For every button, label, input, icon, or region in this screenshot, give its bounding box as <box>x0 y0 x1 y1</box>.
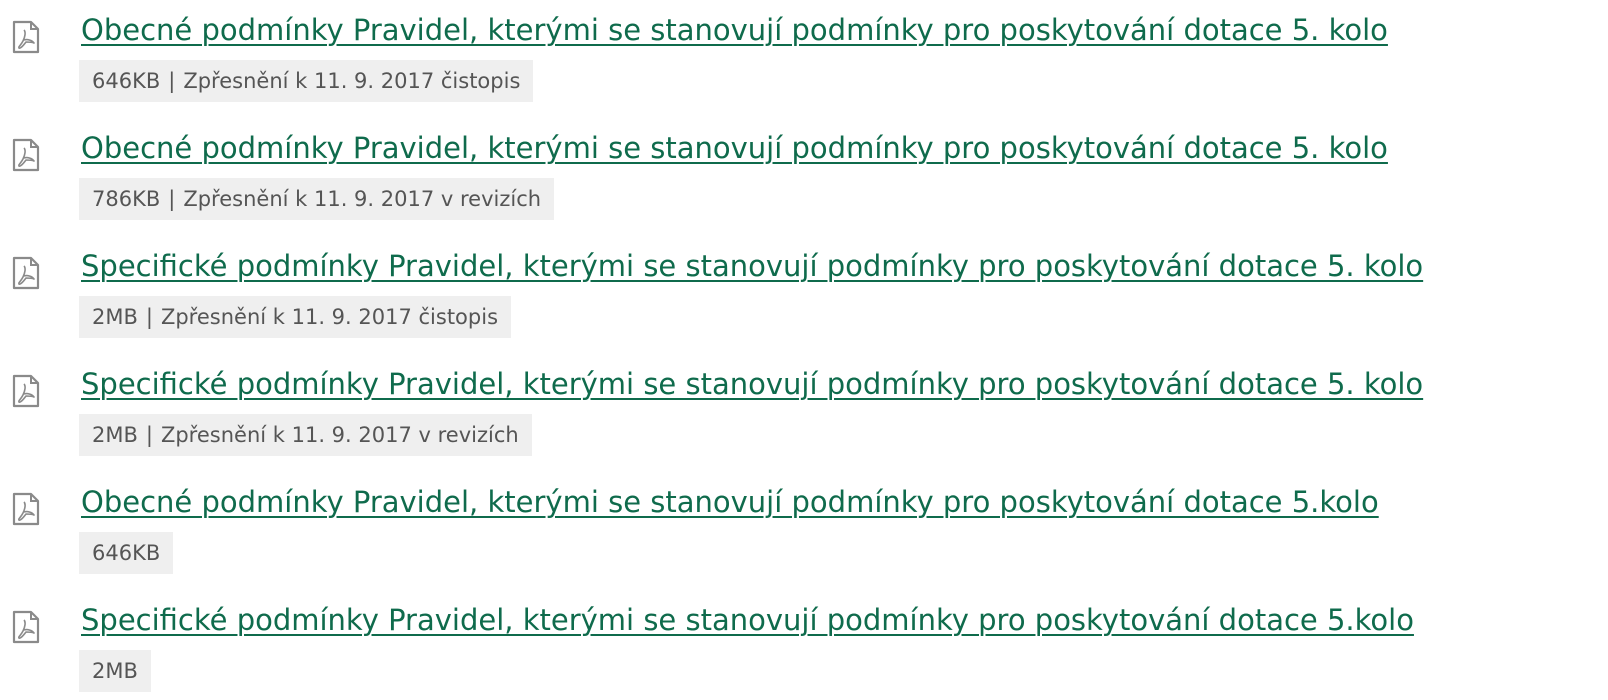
document-item: Obecné podmínky Pravidel, kterými se sta… <box>0 118 1608 228</box>
document-link[interactable]: Specifické podmínky Pravidel, kterými se… <box>81 246 1423 286</box>
document-link[interactable]: Obecné podmínky Pravidel, kterými se sta… <box>81 10 1388 50</box>
document-item: Specifické podmínky Pravidel, kterými se… <box>0 354 1608 464</box>
document-meta: 646KB <box>79 532 174 574</box>
file-size: 646KB <box>92 541 161 565</box>
document-meta: 2MB <box>79 650 151 692</box>
meta-separator: | <box>145 423 153 447</box>
meta-separator: | <box>145 305 153 329</box>
document-link[interactable]: Obecné podmínky Pravidel, kterými se sta… <box>81 128 1388 168</box>
document-meta: 2MB | Zpřesnění k 11. 9. 2017 čistopis <box>79 296 512 338</box>
document-note: Zpřesnění k 11. 9. 2017 v revizích <box>160 423 519 447</box>
pdf-file-icon[interactable] <box>11 20 41 54</box>
document-item: Obecné podmínky Pravidel, kterými se sta… <box>0 0 1608 110</box>
document-link[interactable]: Obecné podmínky Pravidel, kterými se sta… <box>81 482 1379 522</box>
document-note: Zpřesnění k 11. 9. 2017 čistopis <box>160 305 499 329</box>
document-note: Zpřesnění k 11. 9. 2017 v revizích <box>183 187 542 211</box>
pdf-file-icon[interactable] <box>11 256 41 290</box>
document-meta: 646KB | Zpřesnění k 11. 9. 2017 čistopis <box>79 60 534 102</box>
document-link[interactable]: Specifické podmínky Pravidel, kterými se… <box>81 600 1414 640</box>
pdf-file-icon[interactable] <box>11 374 41 408</box>
pdf-file-icon[interactable] <box>11 610 41 644</box>
meta-separator: | <box>168 69 176 93</box>
document-link[interactable]: Specifické podmínky Pravidel, kterými se… <box>81 364 1423 404</box>
document-note: Zpřesnění k 11. 9. 2017 čistopis <box>183 69 521 93</box>
document-item: Obecné podmínky Pravidel, kterými se sta… <box>0 472 1608 582</box>
file-size: 2MB <box>92 423 138 447</box>
meta-separator: | <box>168 187 176 211</box>
document-meta: 2MB | Zpřesnění k 11. 9. 2017 v revizích <box>79 414 532 456</box>
file-size: 786KB <box>92 187 161 211</box>
pdf-file-icon[interactable] <box>11 492 41 526</box>
file-size: 2MB <box>92 659 138 683</box>
document-item: Specifické podmínky Pravidel, kterými se… <box>0 590 1608 700</box>
file-size: 646KB <box>92 69 161 93</box>
file-size: 2MB <box>92 305 138 329</box>
pdf-file-icon[interactable] <box>11 138 41 172</box>
document-meta: 786KB | Zpřesnění k 11. 9. 2017 v revizích <box>79 178 555 220</box>
document-item: Specifické podmínky Pravidel, kterými se… <box>0 236 1608 346</box>
document-list: Obecné podmínky Pravidel, kterými se sta… <box>0 0 1608 700</box>
